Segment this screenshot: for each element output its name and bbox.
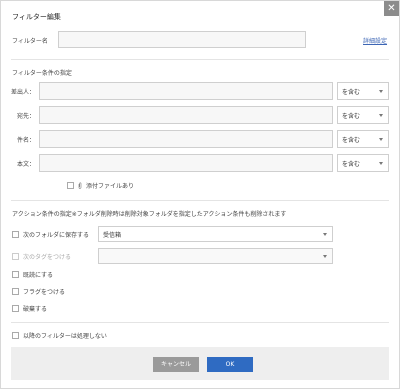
add-tag-checkbox[interactable]: 次のタグをつける: [12, 252, 71, 261]
subject-label: 件名：: [16, 137, 35, 144]
body-label: 本文：: [16, 161, 35, 168]
recipient-operator-select[interactable]: を含む: [337, 106, 389, 124]
select-value: を含む: [342, 160, 361, 168]
discard-label: 破棄する: [23, 306, 48, 313]
subject-operator-select[interactable]: を含む: [337, 130, 389, 148]
save-to-folder-label: 次のフォルダに保存する: [23, 232, 90, 239]
select-value: を含む: [342, 112, 361, 120]
divider: [11, 59, 389, 60]
sender-label: 差出人：: [10, 89, 35, 96]
checkbox-box[interactable]: [12, 332, 19, 339]
chevron-down-icon: [379, 113, 383, 117]
dialog-footer: キャンセル OK: [11, 347, 389, 380]
detail-settings-link[interactable]: 詳細設定: [363, 36, 387, 45]
divider: [11, 200, 389, 201]
body-input[interactable]: [39, 154, 333, 172]
recipient-input[interactable]: [39, 106, 333, 124]
mark-read-label: 既読にする: [23, 272, 54, 279]
actions-heading: アクション条件の指定※フォルダ削除時は削除対象フォルダを指定したアクション条件も…: [12, 211, 287, 218]
subject-input[interactable]: [39, 130, 333, 148]
mark-read-checkbox[interactable]: 既読にする: [12, 270, 53, 279]
ok-button[interactable]: OK: [207, 357, 253, 372]
cancel-button[interactable]: キャンセル: [153, 357, 199, 372]
stop-processing-checkbox[interactable]: 以降のフィルターは処理しない: [12, 331, 107, 340]
attachment-label: 添付ファイルあり: [86, 183, 135, 190]
sender-operator-select[interactable]: を含む: [337, 82, 389, 100]
conditions-heading: フィルター条件の指定: [12, 70, 72, 77]
chevron-down-icon: [379, 137, 383, 141]
flag-label: フラグをつける: [23, 289, 66, 296]
select-value: を含む: [342, 136, 361, 144]
checkbox-box[interactable]: [67, 182, 74, 189]
filter-edit-dialog: ✕ フィルター編集 フィルター名 詳細設定 フィルター条件の指定 差出人： を含…: [0, 0, 400, 389]
paperclip-icon: [78, 182, 82, 189]
attachment-checkbox[interactable]: 添付ファイルあり: [67, 181, 134, 190]
chevron-down-icon: [323, 232, 327, 236]
select-value: を含む: [342, 88, 361, 96]
body-operator-select[interactable]: を含む: [337, 154, 389, 172]
chevron-down-icon: [379, 161, 383, 165]
save-to-folder-checkbox[interactable]: 次のフォルダに保存する: [12, 230, 89, 239]
select-value: 受信箱: [103, 231, 122, 239]
recipient-label: 宛先：: [16, 113, 35, 120]
dialog-title: フィルター編集: [12, 13, 61, 21]
chevron-down-icon: [379, 89, 383, 93]
checkbox-box[interactable]: [12, 305, 19, 312]
chevron-down-icon: [323, 254, 327, 258]
add-tag-label: 次のタグをつける: [23, 254, 72, 261]
checkbox-box[interactable]: [12, 231, 19, 238]
folder-select[interactable]: 受信箱: [98, 226, 333, 242]
filter-name-label: フィルター名: [12, 38, 48, 45]
filter-name-input[interactable]: [58, 31, 306, 48]
checkbox-box[interactable]: [12, 288, 19, 295]
discard-checkbox[interactable]: 破棄する: [12, 304, 47, 313]
sender-input[interactable]: [39, 82, 333, 100]
flag-checkbox[interactable]: フラグをつける: [12, 287, 65, 296]
checkbox-box[interactable]: [12, 253, 19, 260]
tag-select[interactable]: [98, 248, 333, 264]
checkbox-box[interactable]: [12, 271, 19, 278]
close-button[interactable]: ✕: [384, 1, 399, 16]
close-icon[interactable]: ✕: [387, 3, 395, 14]
stop-processing-label: 以降のフィルターは処理しない: [23, 333, 107, 340]
divider: [11, 322, 389, 323]
